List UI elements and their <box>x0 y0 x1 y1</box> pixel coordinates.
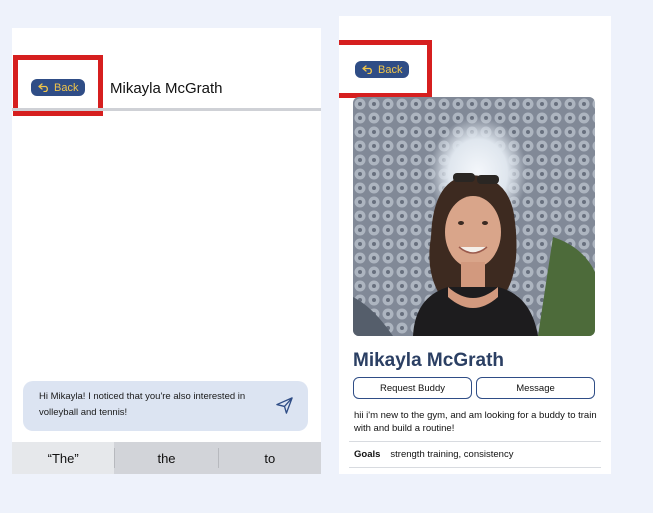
chat-screen: Back Mikayla McGrath Hi Mikayla! I notic… <box>12 28 321 474</box>
goals-value: strength training, consistency <box>390 449 514 460</box>
suggestion-3[interactable]: to <box>219 442 321 474</box>
message-text: Hi Mikayla! I noticed that you're also i… <box>39 391 246 418</box>
profile-photo <box>353 97 595 336</box>
goals-label: Goals <box>354 449 381 460</box>
suggestion-2[interactable]: the <box>115 442 217 474</box>
highlight-box <box>339 40 432 98</box>
message-input[interactable]: Hi Mikayla! I noticed that you're also i… <box>23 381 308 431</box>
divider <box>349 467 601 468</box>
header-divider <box>12 108 321 111</box>
highlight-box <box>13 55 103 116</box>
divider <box>349 441 601 442</box>
message-button[interactable]: Message <box>476 377 595 399</box>
chat-title: Mikayla McGrath <box>110 80 223 97</box>
suggestion-1[interactable]: “The” <box>12 442 115 474</box>
goals-row: Goals strength training, consistency <box>354 449 513 460</box>
send-icon[interactable] <box>275 396 294 415</box>
keyboard-suggestion-bar: “The” the to <box>12 442 321 474</box>
request-buddy-button[interactable]: Request Buddy <box>353 377 472 399</box>
profile-screen: Back Mikayla McGrath Request Buddy Messa… <box>339 16 611 474</box>
bio-text: hii i'm new to the gym, and am looking f… <box>354 410 597 434</box>
profile-name: Mikayla McGrath <box>353 350 504 371</box>
